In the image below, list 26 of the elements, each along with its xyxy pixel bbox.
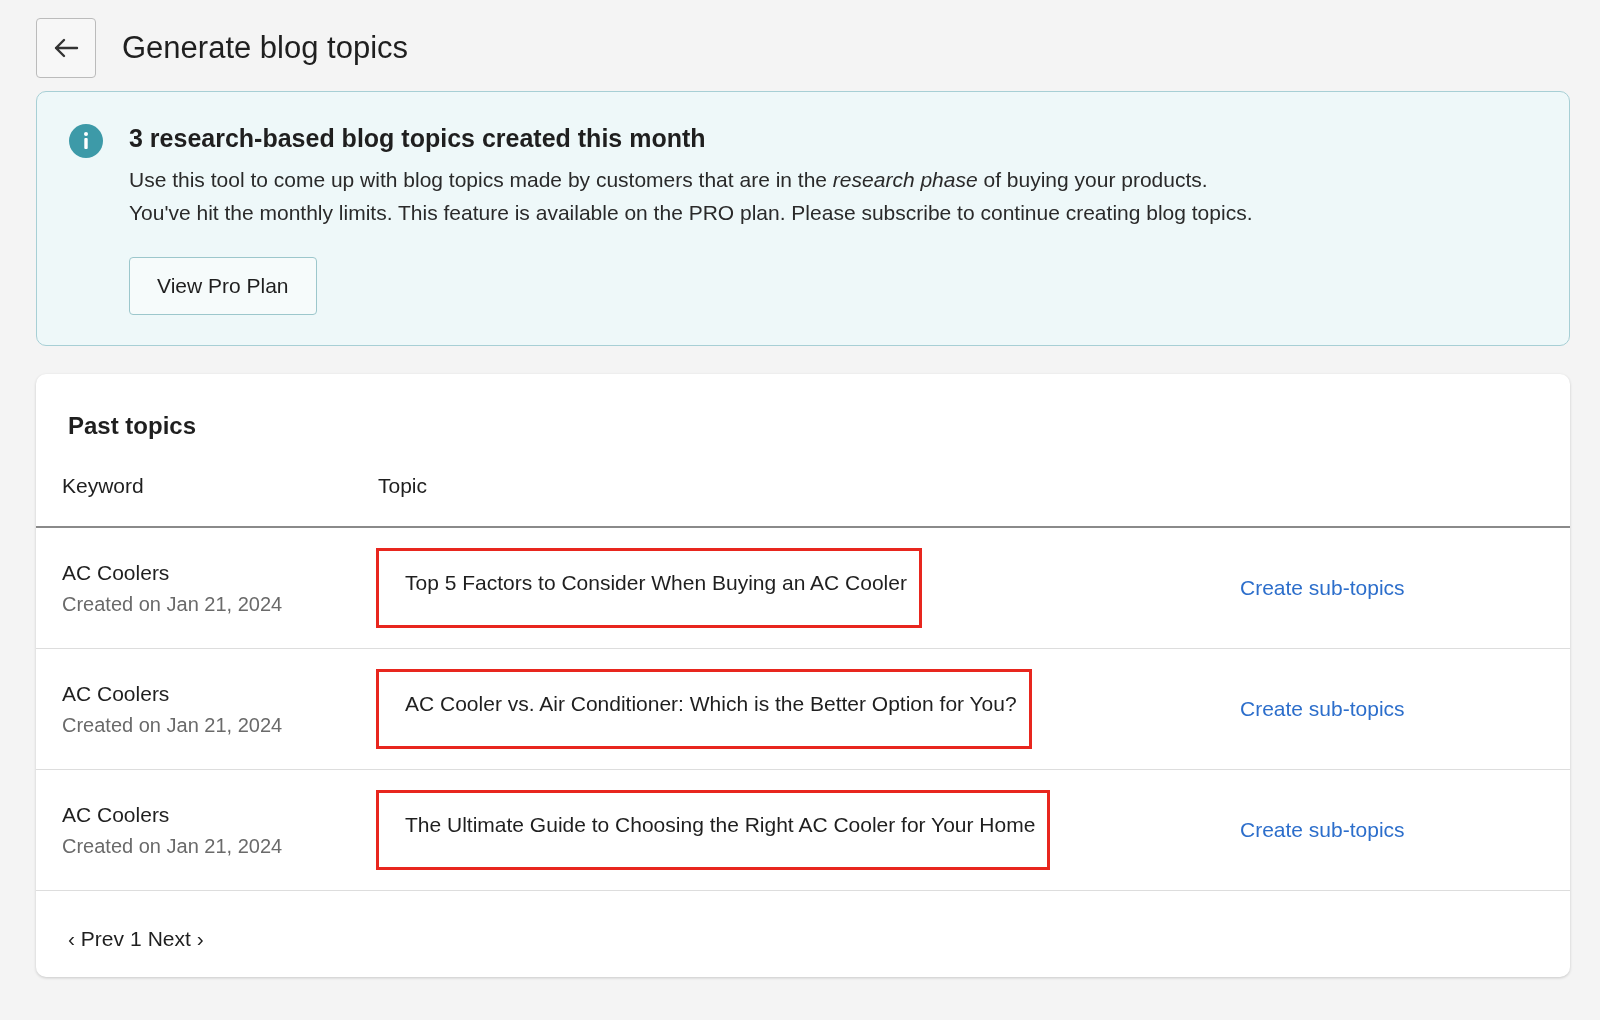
banner-text: Use this tool to come up with blog topics made by customers that are in the research phase of buying your products. (129, 167, 1209, 193)
keyword-text: AC Coolers (62, 681, 171, 706)
banner-text: You've hit the monthly limits. This feature is available on the PRO plan. Please subscribe to continue creating blog topics. (129, 200, 1253, 226)
banner-title: 3 research-based blog topics created this month (129, 124, 707, 153)
create-sub-topics-link[interactable]: Create sub-topics (1230, 576, 1570, 600)
info-icon (69, 124, 103, 158)
create-sub-topics-link[interactable]: Create sub-topics (1230, 818, 1570, 842)
created-date: Created on Jan 21, 2024 (62, 834, 284, 858)
column-header: Topic (378, 474, 429, 498)
keyword-text: AC Coolers (62, 802, 171, 827)
keyword-text: AC Coolers (62, 560, 171, 585)
topic-text: Top 5 Factors to Consider When Buying an AC Cooler (376, 548, 922, 628)
next-page-link[interactable]: Next › (147, 927, 204, 951)
topic-text: The Ultimate Guide to Choosing the Right AC Cooler for Your Home (376, 790, 1051, 870)
back-arrow-icon (53, 37, 79, 59)
topic-text: AC Cooler vs. Air Conditioner: Which is the Better Option for You? (376, 669, 1032, 749)
page-title: Generate blog topics (122, 30, 409, 66)
create-sub-topics-link[interactable]: Create sub-topics (1230, 697, 1570, 721)
created-date: Created on Jan 21, 2024 (62, 592, 284, 616)
page-number: 1 (130, 927, 142, 951)
prev-page-link[interactable]: ‹ Prev (68, 927, 124, 951)
card-title: Past topics (67, 411, 198, 440)
view-pro-plan-button[interactable]: View Pro Plan (129, 257, 317, 315)
back-button[interactable] (36, 18, 96, 78)
column-header: Keyword (61, 474, 145, 498)
created-date: Created on Jan 21, 2024 (62, 713, 284, 737)
